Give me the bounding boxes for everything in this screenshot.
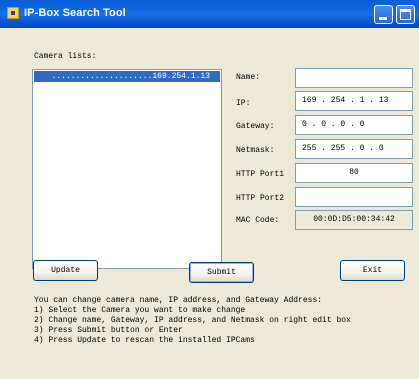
http-port1-field[interactable]: 80 <box>295 163 413 183</box>
window-title: IP-Box Search Tool <box>24 7 126 19</box>
ip-field[interactable]: 169 . 254 . 1 . 13 <box>295 91 413 111</box>
mac-code-value: 00:0D:D5:00:34:42 <box>313 215 395 224</box>
help-line: 4) Press Update to rescan the installed … <box>34 336 255 345</box>
app-window: IP-Box Search Tool Camera lists: .......… <box>0 0 419 379</box>
app-icon <box>7 7 19 19</box>
gateway-value: 0 . 0 . 0 . 0 <box>302 120 365 129</box>
http-port2-field[interactable] <box>295 187 413 207</box>
name-label: Name: <box>236 73 261 82</box>
exit-button[interactable]: Exit <box>340 260 405 281</box>
camera-list-label: Camera lists: <box>34 52 97 61</box>
help-line: 1) Select the Camera you want to make ch… <box>34 306 246 315</box>
mac-code-label: MAC Code: <box>236 216 280 225</box>
minimize-icon <box>379 17 387 20</box>
camera-listbox[interactable]: .....................169.254.1.13 <box>32 69 222 269</box>
client-area: Camera lists: .....................169.2… <box>0 28 419 379</box>
ip-value: 169 . 254 . 1 . 13 <box>302 96 389 105</box>
netmask-field[interactable]: 255 . 255 . 0 . 0 <box>295 139 413 159</box>
submit-button[interactable]: Submit <box>189 262 254 283</box>
name-field[interactable] <box>295 68 413 88</box>
title-bar[interactable]: IP-Box Search Tool <box>0 0 419 28</box>
http-port2-label: HTTP Port2 <box>236 194 285 203</box>
help-line: 3) Press Submit button or Enter <box>34 326 183 335</box>
help-line: You can change camera name, IP address, … <box>34 296 323 305</box>
gateway-field[interactable]: 0 . 0 . 0 . 0 <box>295 115 413 135</box>
minimize-button[interactable] <box>374 5 393 24</box>
gateway-label: Gateway: <box>236 122 275 131</box>
http-port1-label: HTTP Port1 <box>236 170 285 179</box>
help-line: 2) Change name, Gateway, IP address, and… <box>34 316 351 325</box>
maximize-button[interactable] <box>396 5 415 24</box>
netmask-label: Netmask: <box>236 146 275 155</box>
camera-list-item-text: .....................169.254.1.13 <box>51 72 210 81</box>
netmask-value: 255 . 255 . 0 . 0 <box>302 144 384 153</box>
update-button[interactable]: Update <box>33 260 98 281</box>
ip-label: IP: <box>236 99 251 108</box>
http-port1-value: 80 <box>349 168 359 177</box>
camera-list-item[interactable]: .....................169.254.1.13 <box>34 71 220 82</box>
mac-code-field: 00:0D:D5:00:34:42 <box>295 210 413 230</box>
maximize-icon <box>400 9 411 20</box>
